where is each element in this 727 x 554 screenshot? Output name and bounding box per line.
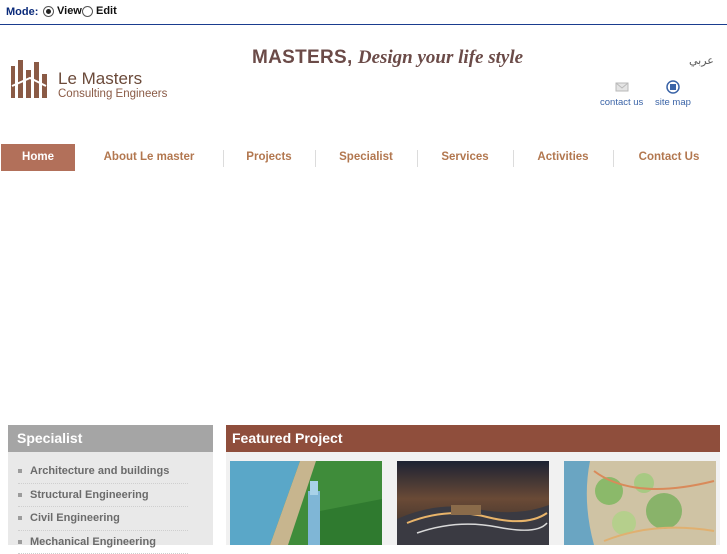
specialist-list: Architecture and buildings Structural En… <box>8 452 213 554</box>
specialist-item[interactable]: Architecture and buildings <box>18 460 188 484</box>
specialist-item[interactable]: Mechanical Engineering <box>18 531 188 554</box>
tagline-script: Design your life style <box>358 47 523 68</box>
logo-subtitle: Consulting Engineers <box>58 88 167 100</box>
bullet-icon <box>18 493 22 497</box>
view-label: View <box>57 5 82 17</box>
specialist-item-label: Architecture and buildings <box>30 460 169 483</box>
nav-home[interactable]: Home <box>1 144 75 171</box>
specialist-item-label: Structural Engineering <box>30 484 149 507</box>
nav-services[interactable]: Services <box>422 144 508 171</box>
arabic-language-link[interactable]: عربي <box>689 54 714 67</box>
specialist-panel: Specialist Architecture and buildings St… <box>8 425 213 545</box>
specialist-item[interactable]: Civil Engineering <box>18 507 188 531</box>
logo-title[interactable]: Le Masters <box>58 69 142 89</box>
nav-about[interactable]: About Le master <box>90 144 208 171</box>
nav-divider <box>315 150 316 167</box>
tagline-brand: MASTERS, <box>252 47 353 68</box>
project-thumbnail-master-plan[interactable] <box>564 461 716 545</box>
mode-edit-option[interactable]: Edit <box>82 5 117 17</box>
view-radio[interactable] <box>43 6 54 17</box>
project-thumbnail-night-complex[interactable] <box>397 461 549 545</box>
bullet-icon <box>18 469 22 473</box>
le-masters-logo-icon[interactable] <box>10 56 50 98</box>
nav-activities[interactable]: Activities <box>518 144 608 171</box>
bullet-icon <box>18 516 22 520</box>
specialist-heading: Specialist <box>8 425 213 452</box>
nav-projects[interactable]: Projects <box>228 144 310 171</box>
specialist-item-label: Mechanical Engineering <box>30 531 156 554</box>
envelope-icon <box>615 80 629 94</box>
nav-contact-us[interactable]: Contact Us <box>618 144 720 171</box>
contact-us-label: contact us <box>600 97 643 108</box>
bullet-icon <box>18 540 22 544</box>
specialist-item[interactable]: Structural Engineering <box>18 484 188 508</box>
site-map-label: site map <box>655 97 691 108</box>
nav-specialist[interactable]: Specialist <box>320 144 412 171</box>
project-thumbnail-tower[interactable] <box>230 461 382 545</box>
nav-divider <box>513 150 514 167</box>
mode-view-option[interactable]: View <box>43 5 82 17</box>
tagline: MASTERS, Design your life style <box>252 47 523 69</box>
mode-bar: Mode: View Edit <box>0 0 727 25</box>
nav-divider <box>613 150 614 167</box>
contact-us-link[interactable]: contact us <box>600 80 643 108</box>
mode-label: Mode: <box>6 6 38 18</box>
site-map-link[interactable]: site map <box>655 80 691 108</box>
specialist-item-label: Civil Engineering <box>30 507 120 530</box>
nav-divider <box>417 150 418 167</box>
edit-radio[interactable] <box>82 6 93 17</box>
featured-project-heading: Featured Project <box>226 425 720 452</box>
main-nav: Home About Le master Projects Specialist… <box>0 144 727 171</box>
nav-divider <box>223 150 224 167</box>
featured-project-panel: Featured Project <box>226 425 720 545</box>
edit-label: Edit <box>96 5 117 17</box>
sitemap-icon <box>666 80 680 94</box>
